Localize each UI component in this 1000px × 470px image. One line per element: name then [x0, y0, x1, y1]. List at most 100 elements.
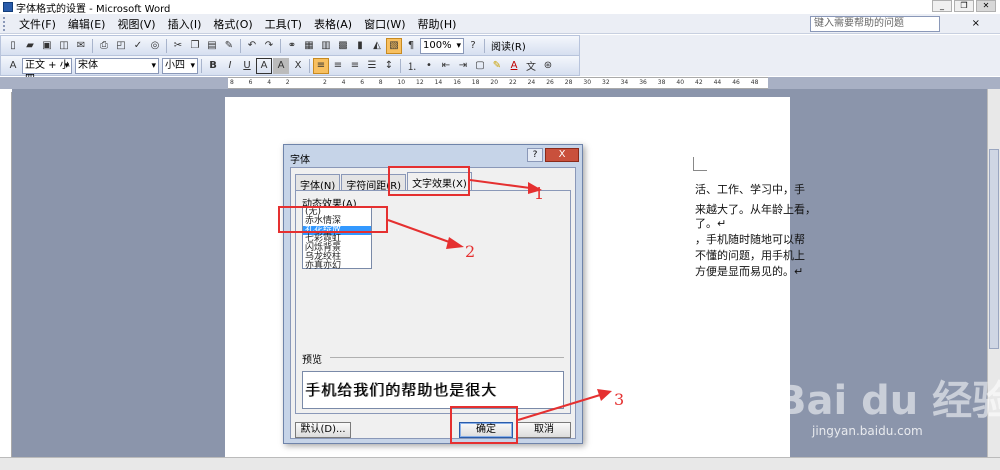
font-size-select[interactable]: 小四 [162, 57, 198, 74]
close-button[interactable]: ✕ [976, 0, 996, 12]
distributed-icon[interactable]: ☰ [364, 58, 380, 74]
vertical-ruler[interactable] [0, 92, 12, 457]
document-text-line[interactable]: 了。↵ [695, 215, 726, 231]
minimize-button[interactable]: _ [932, 0, 952, 12]
hyperlink-icon[interactable]: ⚭ [284, 38, 300, 54]
show-hide-icon[interactable]: ¶ [403, 38, 419, 54]
bold-button[interactable]: B [205, 58, 221, 74]
read-mode-button[interactable]: 阅读(R) [488, 38, 529, 53]
menu-format[interactable]: 格式(O) [207, 16, 258, 32]
document-close-icon[interactable]: × [972, 18, 980, 29]
permission-icon[interactable]: ◫ [56, 38, 72, 54]
menu-view[interactable]: 视图(V) [111, 16, 161, 32]
decrease-indent-icon[interactable]: ⇤ [438, 58, 454, 74]
restore-button[interactable]: ❐ [954, 0, 974, 12]
standard-toolbar: ▯ ▰ ▣ ◫ ✉ ⎙ ◰ ✓ ◎ ✂ ❐ ▤ ✎ ↶ ↷ ⚭ ▦ ▥ ▩ ▮ … [0, 35, 580, 56]
undo-icon[interactable]: ↶ [244, 38, 260, 54]
horizontal-scrollbar[interactable] [0, 457, 1000, 470]
insert-table-icon[interactable]: ▥ [318, 38, 334, 54]
paste-icon[interactable]: ▤ [204, 38, 220, 54]
ruler-tick: 14 [434, 79, 443, 86]
style-select[interactable]: 正文 + 小四 [22, 57, 72, 85]
phonetic-guide-button[interactable]: 文 [523, 58, 539, 74]
cut-icon[interactable]: ✂ [170, 38, 186, 54]
styles-pane-icon[interactable]: A [5, 58, 21, 74]
document-text-line[interactable]: 方便是显而易见的。↵ [695, 263, 803, 279]
ruler-tick: 48 [750, 79, 759, 86]
menu-tools[interactable]: 工具(T) [259, 16, 308, 32]
scrollbar-thumb[interactable] [989, 149, 999, 349]
formatting-toolbar: A 正文 + 小四 宋体 小四 B I U A A X ≡ ≡ ≡ ☰ ↕ ⒈ … [0, 55, 580, 85]
open-folder-icon[interactable]: ▰ [22, 38, 38, 54]
ruler-tick: 42 [695, 79, 703, 86]
dialog-close-button[interactable]: X [545, 148, 579, 162]
toolbar-grip[interactable] [3, 16, 9, 31]
ruler-tick: 2 [323, 79, 327, 86]
redo-icon[interactable]: ↷ [261, 38, 277, 54]
format-painter-icon[interactable]: ✎ [221, 38, 237, 54]
bullets-icon[interactable]: • [421, 58, 437, 74]
menu-window[interactable]: 窗口(W) [358, 16, 411, 32]
align-justify-icon[interactable]: ≡ [313, 57, 329, 74]
ruler-tick: 32 [602, 79, 610, 86]
menu-file[interactable]: 文件(F) [13, 16, 62, 32]
document-text-line[interactable]: 活、工作、学习中，手 [695, 181, 805, 197]
baidu-watermark: Bai du 经验 jingyan.baidu.com [760, 368, 1000, 458]
character-border-button[interactable]: A [256, 57, 272, 74]
increase-indent-icon[interactable]: ⇥ [455, 58, 471, 74]
insert-excel-icon[interactable]: ▩ [335, 38, 351, 54]
print-preview-icon[interactable]: ◰ [113, 38, 129, 54]
line-spacing-icon[interactable]: ↕ [381, 58, 397, 74]
font-color-button[interactable]: A [506, 58, 522, 74]
annotation-box-tab [388, 166, 470, 196]
drawing-icon[interactable]: ◭ [369, 38, 385, 54]
align-center-icon[interactable]: ≡ [330, 58, 346, 74]
ruler-tick: 34 [620, 79, 629, 86]
tab-font[interactable]: 字体(N) [295, 174, 341, 192]
toolbar-separator [92, 38, 93, 53]
menu-edit[interactable]: 编辑(E) [62, 16, 112, 32]
ruler-tick: 18 [471, 79, 480, 86]
document-map-icon[interactable]: ▧ [386, 37, 402, 54]
copy-icon[interactable]: ❐ [187, 38, 203, 54]
annotation-number-3: 3 [614, 390, 625, 409]
effect-option[interactable]: 亦真亦幻 [303, 262, 371, 271]
align-right-icon[interactable]: ≡ [347, 58, 363, 74]
toolbar-separator [166, 38, 167, 53]
ruler-tick: 38 [657, 79, 666, 86]
cancel-button[interactable]: 取消 [517, 422, 571, 438]
print-icon[interactable]: ⎙ [96, 38, 112, 54]
font-select[interactable]: 宋体 [75, 57, 159, 74]
menu-insert[interactable]: 插入(I) [162, 16, 208, 32]
horizontal-ruler[interactable]: 8 6 4 2 2 4 6 8 10 12 14 16 18 20 22 24 26 28 30 32 34 36 38 40… [228, 77, 768, 89]
menu-table[interactable]: 表格(A) [308, 16, 358, 32]
document-text-line[interactable]: ，手机随时随地可以帮 [695, 231, 805, 247]
new-document-icon[interactable]: ▯ [5, 38, 21, 54]
tables-borders-icon[interactable]: ▦ [301, 38, 317, 54]
email-icon[interactable]: ✉ [73, 38, 89, 54]
menu-help[interactable]: 帮助(H) [412, 16, 463, 32]
spelling-icon[interactable]: ✓ [130, 38, 146, 54]
help-search-input[interactable]: 键入需要帮助的问题 [810, 16, 940, 32]
preview-text: 手机给我们的帮助也是很大 [305, 381, 498, 399]
character-shading-button[interactable]: A [273, 57, 289, 74]
preview-label: 预览 [302, 355, 322, 366]
character-scale-button[interactable]: X [290, 58, 306, 74]
document-text-line[interactable]: 不懂的问题，用手机上 [695, 247, 805, 263]
margin-corner-mark [693, 157, 707, 171]
enclose-characters-icon[interactable]: ⊛ [540, 58, 556, 74]
menu-bar: 文件(F) 编辑(E) 视图(V) 插入(I) 格式(O) 工具(T) 表格(A… [0, 14, 1000, 34]
highlight-icon[interactable]: ✎ [489, 58, 505, 74]
dialog-help-button[interactable]: ? [527, 148, 543, 162]
default-button[interactable]: 默认(D)... [295, 422, 351, 438]
zoom-select[interactable]: 100% [420, 37, 464, 54]
columns-icon[interactable]: ▮ [352, 38, 368, 54]
save-icon[interactable]: ▣ [39, 38, 55, 54]
italic-button[interactable]: I [222, 58, 238, 74]
help-icon[interactable]: ? [465, 38, 481, 54]
numbering-icon[interactable]: ⒈ [404, 58, 420, 74]
borders-icon[interactable]: ▢ [472, 58, 488, 74]
research-icon[interactable]: ◎ [147, 38, 163, 54]
annotation-box-ok [450, 406, 518, 444]
underline-button[interactable]: U [239, 58, 255, 74]
